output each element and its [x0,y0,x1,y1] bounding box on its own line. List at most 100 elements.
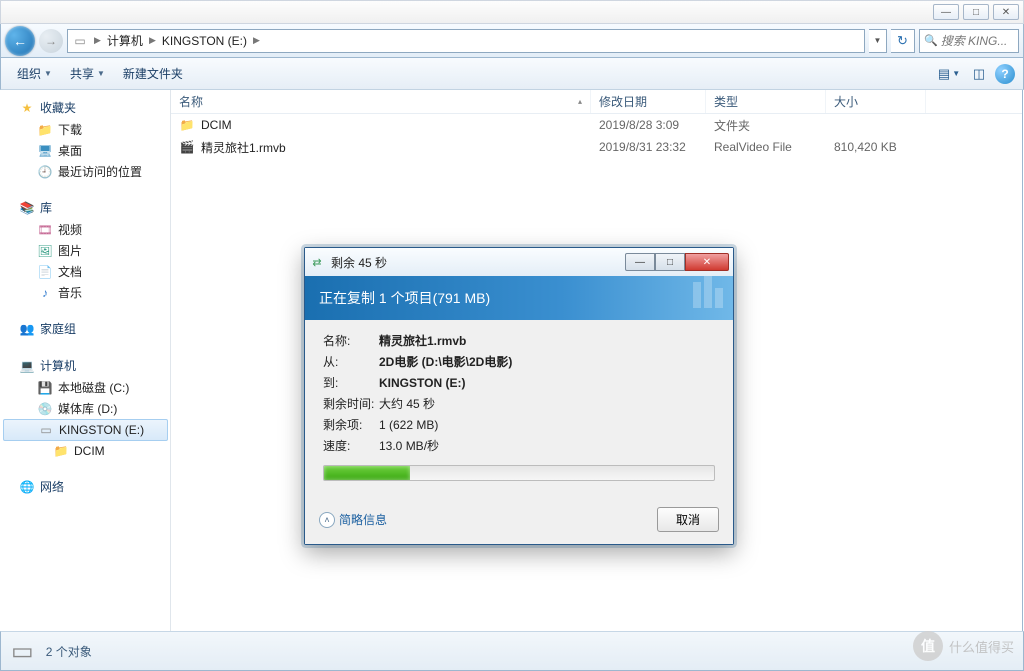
dialog-body: 名称:精灵旅社1.rmvb 从:2D电影 (D:\电影\2D电影) 到:KING… [305,320,733,501]
label-to: 到: [323,374,379,392]
share-menu[interactable]: 共享▼ [62,61,113,86]
watermark-icon: 值 [913,631,943,661]
value-from: 2D电影 (D:\电影\2D电影) [379,353,715,371]
chevron-right-icon: ▶ [253,35,260,46]
new-folder-button[interactable]: 新建文件夹 [115,61,191,86]
drive-icon: ▭ [72,33,88,49]
tree-item-music[interactable]: ♪音乐 [1,282,170,303]
music-icon: ♪ [37,285,53,301]
recent-icon: 🕘 [37,164,53,180]
navigation-bar: ← → ▭ ▶ 计算机 ▶ KINGSTON (E:) ▶ ▼ ↻ 🔍 搜索 K… [0,24,1024,58]
drive-icon: 💾 [37,380,53,396]
drive-icon: ▭ [38,422,54,438]
close-button[interactable]: ✕ [993,4,1019,20]
command-toolbar: 组织▼ 共享▼ 新建文件夹 ▤▼ ◫ ? [0,58,1024,90]
picture-icon: 🖼 [37,243,53,259]
tree-item-videos[interactable]: 🎞视频 [1,219,170,240]
value-to: KINGSTON (E:) [379,374,715,392]
dialog-titlebar[interactable]: ⇄ 剩余 45 秒 — □ ✕ [305,248,733,276]
column-name[interactable]: 名称▴ [171,90,591,113]
column-headers: 名称▴ 修改日期 类型 大小 [171,90,1022,114]
column-size[interactable]: 大小 [826,90,926,113]
help-button[interactable]: ? [995,64,1015,84]
tree-item-drive-e[interactable]: ▭KINGSTON (E:) [3,419,168,441]
computer-group[interactable]: 💻计算机 [1,354,170,377]
video-icon: 🎞 [37,222,53,238]
tree-item-documents[interactable]: 📄文档 [1,261,170,282]
header-decoration [693,282,723,308]
status-bar: ▭ 2 个对象 [0,631,1024,671]
address-history-dropdown[interactable]: ▼ [869,29,887,53]
tree-item-recent[interactable]: 🕘最近访问的位置 [1,161,170,182]
toggle-details-button[interactable]: ˄ 简略信息 [319,511,387,528]
network-group[interactable]: 🌐网络 [1,475,170,498]
label-remaining: 剩余时间: [323,395,379,413]
breadcrumb-segment[interactable]: KINGSTON (E:) [162,34,247,48]
chevron-up-icon: ˄ [319,512,335,528]
search-icon: 🔍 [924,34,938,47]
tree-item-downloads[interactable]: 📁下载 [1,119,170,140]
watermark-text: 什么值得买 [949,637,1014,656]
value-name: 精灵旅社1.rmvb [379,332,715,350]
navigation-tree: ★收藏夹 📁下载 🖥桌面 🕘最近访问的位置 📚库 🎞视频 🖼图片 📄文档 ♪音乐… [1,90,171,631]
dialog-minimize-button[interactable]: — [625,253,655,271]
label-from: 从: [323,353,379,371]
preview-pane-button[interactable]: ◫ [965,63,993,85]
desktop-icon: 🖥 [37,143,53,159]
minimize-button[interactable]: — [933,4,959,20]
tree-item-drive-d[interactable]: 💿媒体库 (D:) [1,398,170,419]
transfer-icon: ⇄ [309,254,325,270]
sort-indicator-icon: ▴ [578,97,582,106]
tree-item-dcim[interactable]: 📁DCIM [1,441,170,461]
item-count: 2 个对象 [46,643,92,660]
homegroup-icon: 👥 [19,321,35,337]
homegroup[interactable]: 👥家庭组 [1,317,170,340]
search-input[interactable]: 🔍 搜索 KING... [919,29,1019,53]
refresh-button[interactable]: ↻ [891,29,915,53]
column-date[interactable]: 修改日期 [591,90,706,113]
video-file-icon: 🎬 [179,139,195,155]
view-options-button[interactable]: ▤▼ [935,63,963,85]
tree-item-drive-c[interactable]: 💾本地磁盘 (C:) [1,377,170,398]
drive-icon: ▭ [11,637,34,666]
list-item[interactable]: 🎬精灵旅社1.rmvb 2019/8/31 23:32 RealVideo Fi… [171,136,1022,158]
cancel-button[interactable]: 取消 [657,507,719,532]
label-speed: 速度: [323,437,379,455]
star-icon: ★ [19,100,35,116]
drive-icon: 💿 [37,401,53,417]
list-item[interactable]: 📁DCIM 2019/8/28 3:09 文件夹 [171,114,1022,136]
maximize-button[interactable]: □ [963,4,989,20]
tree-item-desktop[interactable]: 🖥桌面 [1,140,170,161]
dialog-close-button[interactable]: ✕ [685,253,729,271]
dialog-maximize-button[interactable]: □ [655,253,685,271]
watermark: 值 什么值得买 [913,631,1014,661]
folder-icon: 📁 [179,117,195,133]
favorites-group[interactable]: ★收藏夹 [1,96,170,119]
search-placeholder: 搜索 KING... [941,32,1008,49]
chevron-right-icon: ▶ [149,35,156,46]
dialog-title: 剩余 45 秒 [331,254,387,271]
address-bar[interactable]: ▭ ▶ 计算机 ▶ KINGSTON (E:) ▶ [67,29,865,53]
chevron-right-icon: ▶ [94,35,101,46]
value-remaining: 大约 45 秒 [379,395,715,413]
folder-icon: 📁 [37,122,53,138]
window-chrome: — □ ✕ [0,0,1024,24]
value-speed: 13.0 MB/秒 [379,437,715,455]
progress-bar [323,465,715,481]
tree-item-pictures[interactable]: 🖼图片 [1,240,170,261]
copy-progress-dialog: ⇄ 剩余 45 秒 — □ ✕ 正在复制 1 个项目(791 MB) 名称:精灵… [304,247,734,545]
value-items: 1 (622 MB) [379,416,715,434]
column-type[interactable]: 类型 [706,90,826,113]
dialog-footer: ˄ 简略信息 取消 [305,501,733,544]
progress-fill [324,466,410,480]
breadcrumb-segment[interactable]: 计算机 [107,32,143,49]
computer-icon: 💻 [19,358,35,374]
chevron-down-icon: ▼ [97,69,105,78]
forward-button[interactable]: → [39,29,63,53]
network-icon: 🌐 [19,479,35,495]
document-icon: 📄 [37,264,53,280]
libraries-group[interactable]: 📚库 [1,196,170,219]
back-button[interactable]: ← [5,26,35,56]
organize-menu[interactable]: 组织▼ [9,61,60,86]
folder-icon: 📁 [53,443,69,459]
